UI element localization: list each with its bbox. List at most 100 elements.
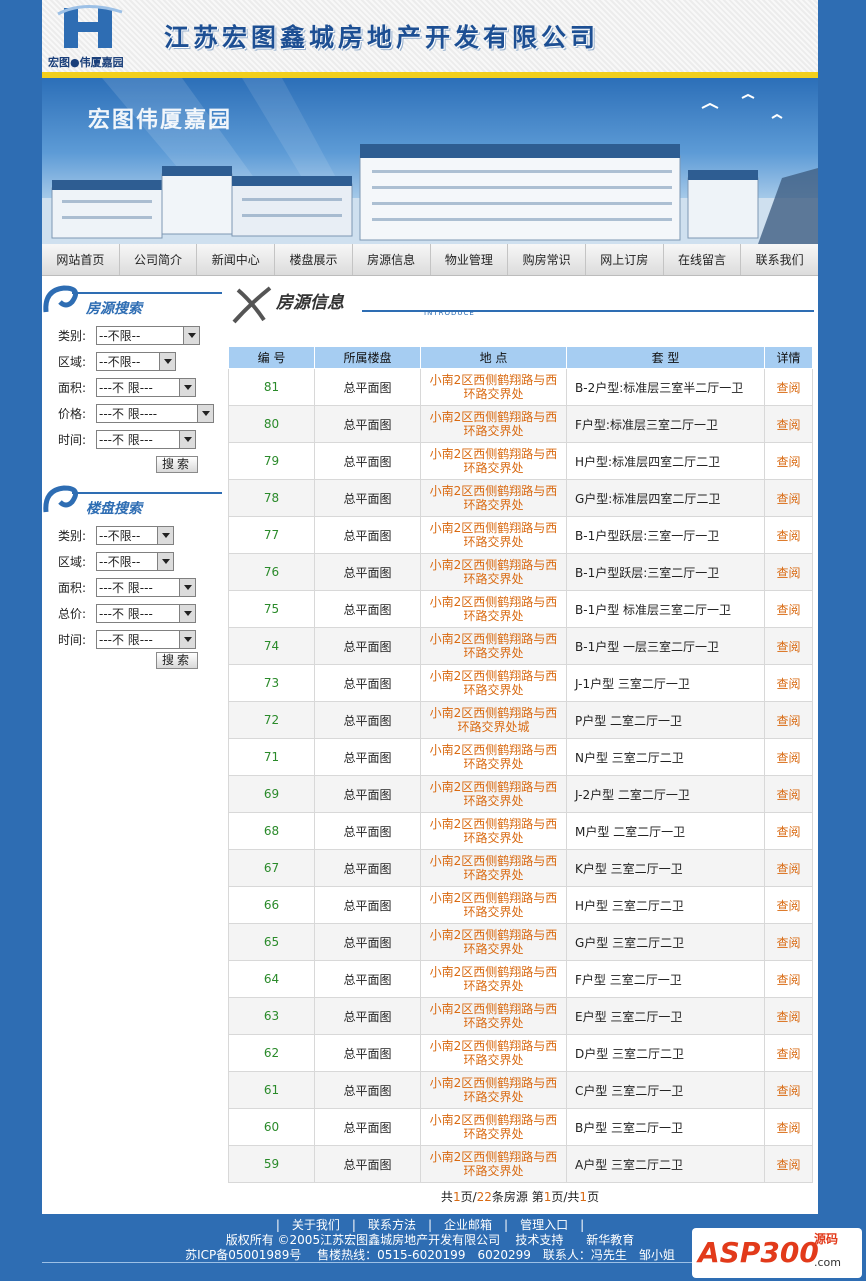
estate-size-select[interactable]: ---不 限--- xyxy=(96,577,196,597)
cell-type: H户型 三室二厅二卫 xyxy=(566,886,765,924)
nav-booking[interactable]: 网上订房 xyxy=(586,244,664,275)
view-link[interactable]: 查阅 xyxy=(764,1034,813,1072)
table-row: 62 总平面图 小南2区西侧鹤翔路与西环路交界处 D户型 三室二厅二卫 查阅 xyxy=(228,1034,813,1072)
view-link[interactable]: 查阅 xyxy=(764,553,813,591)
select-value: --不限-- xyxy=(99,528,141,543)
page: 宏图●伟厦嘉园 江苏宏图鑫城房地产开发有限公司 宏图伟厦嘉园 网站首页 公司简介… xyxy=(42,0,818,1281)
estate-price-select[interactable]: ---不 限--- xyxy=(96,603,196,623)
estate-search-title: 楼盘搜索 xyxy=(86,501,142,517)
house-category-select[interactable]: --不限-- xyxy=(96,325,200,345)
chevron-down-icon xyxy=(179,604,195,622)
table-row: 63 总平面图 小南2区西侧鹤翔路与西环路交界处 E户型 三室二厅一卫 查阅 xyxy=(228,997,813,1035)
logo-mark-icon xyxy=(57,4,123,48)
field-label: 类别: xyxy=(58,528,87,543)
nav-about[interactable]: 公司简介 xyxy=(120,244,198,275)
cell-estate: 总平面图 xyxy=(314,442,421,480)
cell-id: 67 xyxy=(228,849,315,887)
cell-estate: 总平面图 xyxy=(314,886,421,924)
view-link[interactable]: 查阅 xyxy=(764,997,813,1035)
estate-region-row: 区域: --不限-- xyxy=(58,550,174,572)
field-label: 类别: xyxy=(58,328,87,343)
field-label: 总价: xyxy=(58,606,87,621)
house-price-select[interactable]: ---不 限---- xyxy=(96,403,214,423)
view-link[interactable]: 查阅 xyxy=(764,701,813,739)
chevron-down-icon xyxy=(179,578,195,596)
pager-text: 页 xyxy=(587,1190,600,1204)
watermark-yuan: 源码 xyxy=(814,1232,839,1246)
estate-category-row: 类别: --不限-- xyxy=(58,524,174,546)
copyright: 版权所有 ©2005江苏宏图鑫城房地产开发有限公司 xyxy=(225,1233,501,1247)
cell-estate: 总平面图 xyxy=(314,627,421,665)
view-link[interactable]: 查阅 xyxy=(764,1071,813,1109)
cell-type: B-1户型 一层三室二厅一卫 xyxy=(566,627,765,665)
house-size-select[interactable]: ---不 限--- xyxy=(96,377,196,397)
site-header: 宏图●伟厦嘉园 江苏宏图鑫城房地产开发有限公司 xyxy=(42,0,818,78)
cell-type: B-2户型:标准层三室半二厅一卫 xyxy=(566,368,765,406)
table-row: 78 总平面图 小南2区西侧鹤翔路与西环路交界处 G户型:标准层四室二厅二卫 查阅 xyxy=(228,479,813,517)
cell-type: D户型 三室二厅二卫 xyxy=(566,1034,765,1072)
view-link[interactable]: 查阅 xyxy=(764,738,813,776)
nav-estates[interactable]: 楼盘展示 xyxy=(275,244,353,275)
table-header-row: 编 号 所属楼盘 地 点 套 型 详情 xyxy=(228,346,813,369)
field-label: 面积: xyxy=(58,380,87,395)
view-link[interactable]: 查阅 xyxy=(764,627,813,665)
nav-tips[interactable]: 购房常识 xyxy=(508,244,586,275)
cell-location: 小南2区西侧鹤翔路与西环路交界处 xyxy=(420,590,567,628)
cell-id: 73 xyxy=(228,664,315,702)
house-region-select[interactable]: --不限-- xyxy=(96,351,176,371)
cell-estate: 总平面图 xyxy=(314,812,421,850)
estate-time-select[interactable]: ---不 限--- xyxy=(96,629,196,649)
cell-id: 74 xyxy=(228,627,315,665)
footer-sep: | xyxy=(275,1218,280,1232)
estate-category-select[interactable]: --不限-- xyxy=(96,525,174,545)
cell-id: 80 xyxy=(228,405,315,443)
tech-support-name[interactable]: 新华教育 xyxy=(586,1233,634,1247)
logo[interactable]: 宏图●伟厦嘉园 xyxy=(46,4,154,70)
field-label: 区域: xyxy=(58,554,87,569)
view-link[interactable]: 查阅 xyxy=(764,516,813,554)
cell-location: 小南2区西侧鹤翔路与西环路交界处 xyxy=(420,553,567,591)
field-label: 时间: xyxy=(58,432,87,447)
nav-news[interactable]: 新闻中心 xyxy=(197,244,276,275)
view-link[interactable]: 查阅 xyxy=(764,368,813,406)
house-search-button[interactable]: 搜索 xyxy=(156,456,198,473)
nav-property[interactable]: 物业管理 xyxy=(431,244,509,275)
cell-estate: 总平面图 xyxy=(314,1108,421,1146)
view-link[interactable]: 查阅 xyxy=(764,775,813,813)
view-link[interactable]: 查阅 xyxy=(764,886,813,924)
nav-message[interactable]: 在线留言 xyxy=(664,244,742,275)
estate-search-button[interactable]: 搜索 xyxy=(156,652,198,669)
swirl-icon xyxy=(43,285,79,313)
view-link[interactable]: 查阅 xyxy=(764,1108,813,1146)
main-nav: 网站首页 公司简介 新闻中心 楼盘展示 房源信息 物业管理 购房常识 网上订房 … xyxy=(42,244,818,276)
view-link[interactable]: 查阅 xyxy=(764,960,813,998)
nav-contact[interactable]: 联系我们 xyxy=(741,244,818,275)
view-link[interactable]: 查阅 xyxy=(764,442,813,480)
col-estate: 所属楼盘 xyxy=(314,346,421,369)
cell-type: K户型 三室二厅一卫 xyxy=(566,849,765,887)
house-price-row: 价格: ---不 限---- xyxy=(58,402,214,424)
nav-home[interactable]: 网站首页 xyxy=(42,244,120,275)
view-link[interactable]: 查阅 xyxy=(764,1145,813,1183)
view-link[interactable]: 查阅 xyxy=(764,590,813,628)
cell-type: M户型 二室二厅一卫 xyxy=(566,812,765,850)
view-link[interactable]: 查阅 xyxy=(764,479,813,517)
house-time-select[interactable]: ---不 限--- xyxy=(96,429,196,449)
view-link[interactable]: 查阅 xyxy=(764,812,813,850)
cell-location: 小南2区西侧鹤翔路与西环路交界处 xyxy=(420,664,567,702)
select-value: ---不 限--- xyxy=(99,380,153,395)
view-link[interactable]: 查阅 xyxy=(764,923,813,961)
cell-location: 小南2区西侧鹤翔路与西环路交界处 xyxy=(420,775,567,813)
view-link[interactable]: 查阅 xyxy=(764,849,813,887)
table-row: 73 总平面图 小南2区西侧鹤翔路与西环路交界处 J-1户型 三室二厅一卫 查阅 xyxy=(228,664,813,702)
select-value: ---不 限--- xyxy=(99,580,153,595)
cell-estate: 总平面图 xyxy=(314,553,421,591)
col-location: 地 点 xyxy=(420,346,567,369)
cell-id: 65 xyxy=(228,923,315,961)
footer-sep: | xyxy=(351,1218,356,1232)
nav-houses[interactable]: 房源信息 xyxy=(353,244,431,275)
view-link[interactable]: 查阅 xyxy=(764,664,813,702)
view-link[interactable]: 查阅 xyxy=(764,405,813,443)
cell-estate: 总平面图 xyxy=(314,923,421,961)
estate-region-select[interactable]: --不限-- xyxy=(96,551,174,571)
